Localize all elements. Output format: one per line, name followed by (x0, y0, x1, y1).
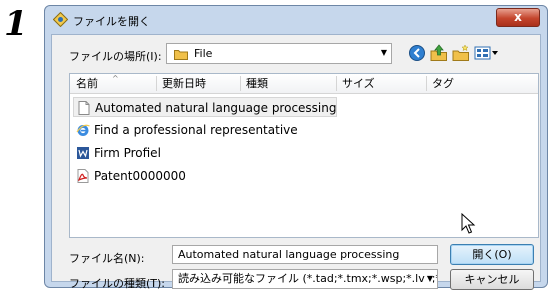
back-icon[interactable] (408, 43, 426, 63)
mouse-cursor-icon (461, 213, 476, 234)
app-icon (53, 12, 68, 27)
location-label: ファイルの場所(I): (69, 50, 162, 63)
column-type[interactable]: 種類 (240, 74, 336, 93)
document-icon (78, 101, 90, 115)
up-folder-icon[interactable] (430, 43, 448, 63)
window-title: ファイルを開く (73, 15, 150, 28)
file-type-value: 読み込み可能なファイル (*.tad;*.tmx;*.wsp;*.lvp;*.l (178, 272, 438, 285)
title-bar: ファイルを開く x (45, 6, 547, 34)
ie-link-icon (76, 124, 90, 136)
step-number: 1 (4, 4, 28, 44)
file-type-select[interactable]: 読み込み可能なファイル (*.tad;*.tmx;*.wsp;*.lvp;*.l… (172, 269, 438, 289)
file-name: Find a professional representative (94, 123, 298, 137)
chevron-down-icon[interactable]: ▼ (424, 270, 433, 288)
column-modified[interactable]: 更新日時 (156, 74, 240, 93)
sort-ascending-icon: ^ (112, 74, 119, 83)
word-doc-icon (77, 147, 89, 159)
open-button[interactable]: 開く(O) (450, 244, 534, 265)
location-value: File (194, 47, 213, 60)
dialog-body: ファイルの場所(I): File ▼ 名前 ^ 更新日時 種類 サイズ タグ A… (51, 34, 541, 290)
file-name-label: ファイル名(N): (69, 252, 145, 265)
file-name: Automated natural language processing (95, 101, 337, 115)
open-file-dialog: ファイルを開く x ファイルの場所(I): File ▼ 名前 ^ 更新日時 種… (44, 5, 548, 290)
close-button[interactable]: x (496, 8, 540, 27)
view-menu-icon[interactable] (474, 43, 500, 63)
column-size[interactable]: サイズ (336, 74, 426, 93)
file-name-input[interactable]: Automated natural language processing (172, 245, 438, 264)
column-header: 名前 ^ 更新日時 種類 サイズ タグ (70, 74, 538, 94)
file-row[interactable]: Find a professional representative (73, 120, 323, 140)
file-name: Firm Profiel (94, 146, 161, 160)
file-row[interactable]: Patent0000000 (73, 166, 213, 186)
folder-icon (174, 50, 188, 60)
cancel-button[interactable]: キャンセル (450, 269, 534, 290)
location-combobox[interactable]: File ▼ (166, 43, 392, 64)
file-row[interactable]: Automated natural language processing (73, 97, 337, 117)
file-type-label: ファイルの種類(T): (69, 277, 166, 290)
chevron-down-icon[interactable]: ▼ (381, 48, 387, 57)
pdf-icon (77, 169, 89, 183)
file-row[interactable]: Firm Profiel (73, 143, 193, 163)
column-tags[interactable]: タグ (426, 74, 536, 93)
new-folder-icon[interactable] (452, 43, 470, 63)
file-name: Patent0000000 (94, 169, 186, 183)
